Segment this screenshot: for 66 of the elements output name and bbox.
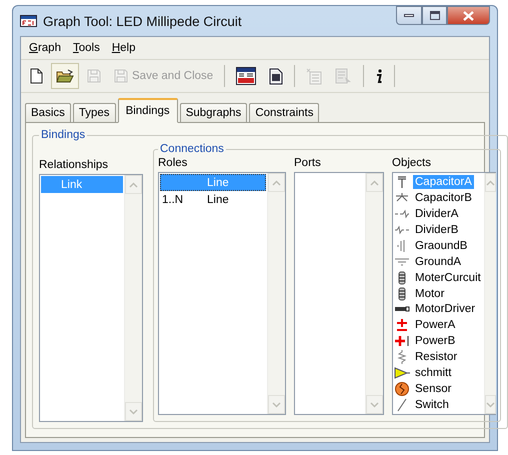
list-sparkle-icon [306,68,322,84]
list-item[interactable]: GraoundB [413,238,470,253]
info-icon [375,68,384,84]
menu-item[interactable]: Help [108,42,140,54]
window-title: Graph Tool: LED Millipede Circuit [43,14,243,28]
scroll-down-icon[interactable] [370,402,379,408]
list-item[interactable]: Resistor [413,350,460,364]
list-item[interactable]: GroundA [413,254,464,269]
scroll-down-icon[interactable] [486,402,495,408]
list-item[interactable]: Sensor [413,382,454,396]
list-item[interactable]: PowerB [413,334,458,348]
column-label: Ports [294,157,322,169]
tab[interactable]: Types [72,103,116,122]
close-icon [463,10,474,20]
list-cursor-icon [335,68,352,84]
menu-item[interactable]: Graph [25,42,65,54]
list-item[interactable]: schmitt [413,366,454,380]
app-icon [20,15,37,27]
list-item[interactable]: MotorDriver [413,302,478,316]
divider-icon [394,206,410,221]
list-item[interactable]: 1..N Line [160,191,266,209]
tab[interactable]: Basics [25,103,71,122]
tab[interactable]: Constraints [249,103,320,122]
list-item[interactable]: Switch [413,398,451,412]
document-icon [30,68,43,84]
maximize-icon [430,11,440,20]
scroll-down-icon[interactable] [129,408,138,414]
list-item[interactable]: Motor [413,286,446,301]
plus-icon [394,334,410,348]
scroll-bar[interactable] [267,173,285,414]
scroll-up-icon[interactable] [272,180,281,186]
scroll-bar[interactable] [124,175,142,421]
plus-icon [394,318,410,332]
scroll-up-icon[interactable] [129,182,138,188]
column-label: Roles [158,157,188,169]
folder-icon [56,68,74,84]
menu-window-icon [236,67,256,85]
list-item[interactable]: CapacitorB [413,190,474,205]
column-label: Relationships [39,159,110,171]
sensor-icon [394,382,410,396]
minimize-icon [404,14,414,18]
minimize-button[interactable] [396,6,422,25]
list-box[interactable]: CapacitorA CapacitorB DividerA DividerB GraoundB GroundA MoterCurcuit Motor MotorDriver PowerA PowerB Resistor schmitt Sensor Switch [392,172,496,415]
tab[interactable]: Bindings [118,98,178,123]
scroll-up-icon[interactable] [486,180,495,186]
scroll-bar[interactable] [365,173,383,414]
list-item[interactable]: DividerB [413,222,460,237]
list-box[interactable]: Line 1..N Line [158,172,286,415]
group-title: Connections [159,143,225,155]
flag-icon [394,366,410,380]
id-card-icon [269,68,284,84]
close-button[interactable] [447,6,490,25]
toolbar-button[interactable] [51,63,79,89]
maximize-button[interactable] [422,6,447,25]
tab[interactable]: Subgraphs [180,103,248,122]
list-box[interactable] [294,172,384,415]
list-item[interactable]: MoterCurcuit [413,270,483,285]
scroll-down-icon[interactable] [272,402,281,408]
menu-item[interactable]: Tools [68,42,104,54]
column-label: Objects [392,157,432,169]
scroll-bar[interactable] [484,173,496,414]
group-title: Bindings [40,129,86,141]
scroll-up-icon[interactable] [370,180,379,186]
divider-icon [394,222,410,237]
list-item[interactable]: DividerA [413,206,460,221]
list-item[interactable]: PowerA [413,318,458,332]
